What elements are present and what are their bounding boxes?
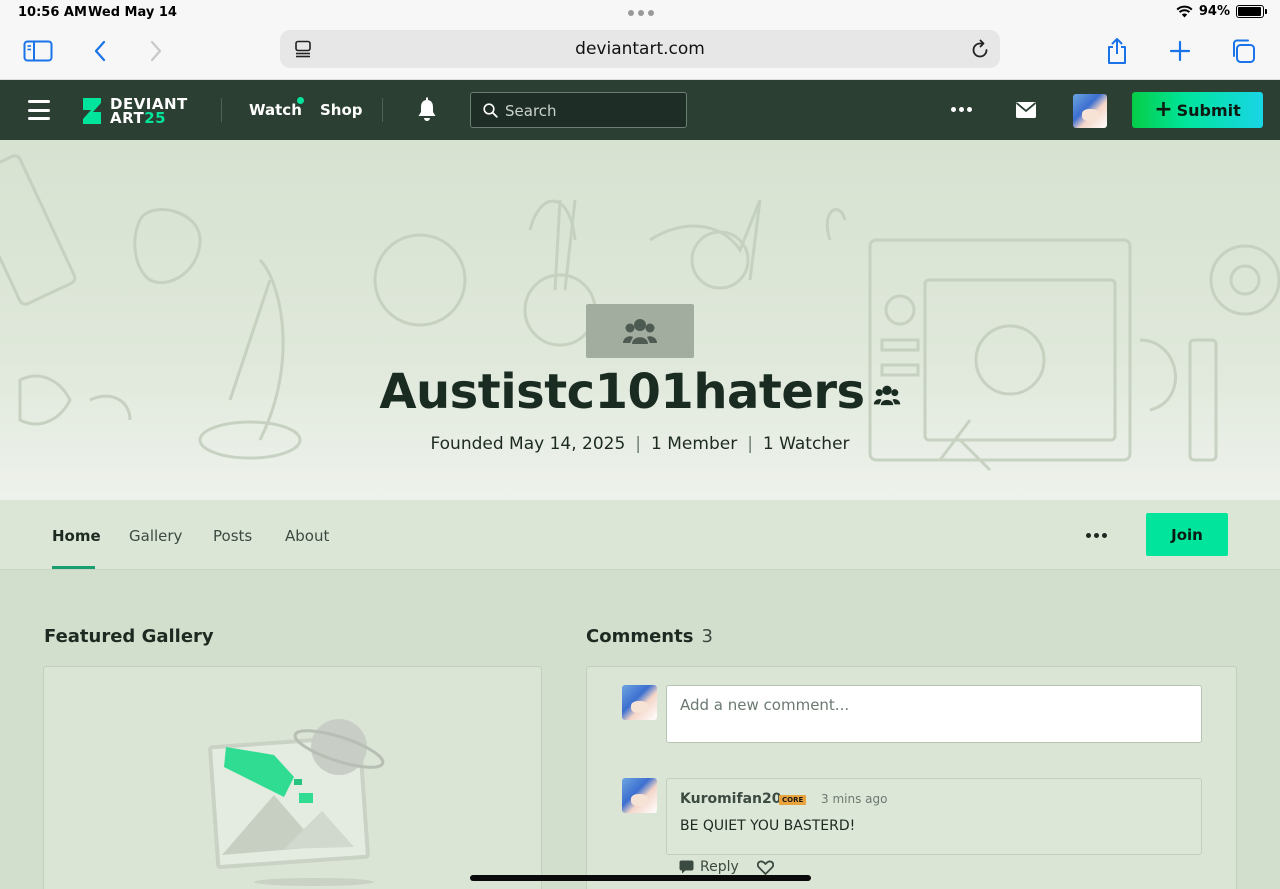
tab-about[interactable]: About <box>285 527 329 545</box>
wifi-icon <box>1176 5 1193 18</box>
battery-icon <box>1236 5 1267 18</box>
deviantart-logo[interactable]: DEVIANT ART25 <box>80 94 188 128</box>
submit-label: Submit <box>1176 100 1241 120</box>
search-input[interactable] <box>505 99 675 123</box>
featured-gallery-card[interactable] <box>43 666 542 889</box>
nav-divider <box>382 98 383 122</box>
status-date: Wed May 14 <box>88 5 177 20</box>
shop-link[interactable]: Shop <box>320 101 363 119</box>
mail-icon[interactable] <box>1016 102 1036 118</box>
plus-icon: + <box>1154 97 1173 122</box>
battery-percent: 94% <box>1198 4 1230 19</box>
new-comment-input[interactable] <box>666 685 1202 743</box>
comment-actions: Reply <box>679 859 774 875</box>
group-founded: Founded May 14, 2025 <box>430 434 626 454</box>
more-options-icon[interactable] <box>951 107 972 112</box>
tab-posts[interactable]: Posts <box>213 527 252 545</box>
comment-text: BE QUIET YOU BASTERD! <box>680 818 856 834</box>
group-watchers[interactable]: 1 Watcher <box>763 434 850 454</box>
comments-title: Comments 3 <box>586 626 713 647</box>
join-button[interactable]: Join <box>1146 513 1228 556</box>
logo-text-25: 25 <box>144 109 167 127</box>
status-time: 10:56 AM <box>18 5 87 20</box>
search-icon <box>483 103 498 118</box>
back-icon[interactable] <box>84 36 116 66</box>
group-name: Austistc101haters <box>379 364 865 420</box>
group-badge-icon <box>873 385 900 406</box>
active-tab-indicator <box>52 566 95 569</box>
reply-label: Reply <box>700 859 739 875</box>
search-box[interactable] <box>470 92 687 128</box>
group-icon <box>586 304 694 358</box>
heart-icon[interactable] <box>756 860 774 875</box>
bell-icon[interactable] <box>416 97 438 123</box>
comments-count: 3 <box>701 626 713 647</box>
share-icon[interactable] <box>1101 36 1133 66</box>
comments-card: Kuromifan20 CORE 3 mins ago BE QUIET YOU… <box>586 666 1237 889</box>
nav-divider <box>221 98 222 122</box>
new-tab-icon[interactable] <box>1164 36 1196 66</box>
group-stats: Founded May 14, 2025 | 1 Member | 1 Watcher <box>0 434 1280 454</box>
logo-text-art: ART <box>110 109 145 127</box>
tabs-overview-icon[interactable] <box>1227 36 1259 66</box>
tab-home[interactable]: Home <box>52 527 101 545</box>
site-header: DEVIANT ART25 Watch Shop +Submit <box>0 80 1280 140</box>
address-bar[interactable]: deviantart.com <box>280 30 1000 68</box>
comments-title-text: Comments <box>586 626 694 647</box>
group-tabs: Home Gallery Posts About Join <box>0 500 1280 570</box>
group-banner: Austistc101haters Founded May 14, 2025 | 1… <box>0 140 1280 500</box>
comment-author[interactable]: Kuromifan20 <box>680 791 781 807</box>
sidebar-toggle-icon[interactable] <box>22 36 54 66</box>
core-badge: CORE <box>779 795 807 805</box>
group-members[interactable]: 1 Member <box>651 434 737 454</box>
empty-gallery-illustration <box>208 719 385 886</box>
watch-link[interactable]: Watch <box>249 101 302 119</box>
browser-toolbar: deviantart.com <box>0 26 1280 80</box>
group-more-options-icon[interactable] <box>1086 533 1107 538</box>
deviantart-logo-icon <box>83 98 101 124</box>
comment-item: Kuromifan20 CORE 3 mins ago BE QUIET YOU… <box>666 778 1202 855</box>
comment-author-avatar[interactable] <box>622 778 657 813</box>
comment-timestamp[interactable]: 3 mins ago <box>821 792 887 806</box>
featured-gallery-title: Featured Gallery <box>44 626 214 647</box>
status-bar: 10:56 AM Wed May 14 94% <box>0 0 1280 26</box>
reply-icon <box>679 860 694 874</box>
group-members-icon <box>623 319 657 344</box>
stats-divider: | <box>747 434 753 454</box>
home-indicator[interactable] <box>470 875 811 881</box>
url-text: deviantart.com <box>575 39 705 59</box>
current-user-avatar[interactable] <box>622 685 657 720</box>
tab-gallery[interactable]: Gallery <box>129 527 182 545</box>
reply-button[interactable]: Reply <box>679 859 739 875</box>
watch-notification-dot <box>297 97 304 104</box>
forward-icon[interactable] <box>140 36 172 66</box>
reload-icon[interactable] <box>970 38 990 60</box>
stats-divider: | <box>635 434 642 454</box>
multitasking-dots-icon[interactable] <box>628 10 654 16</box>
group-title: Austistc101haters <box>0 364 1280 420</box>
menu-icon[interactable] <box>28 100 50 120</box>
user-avatar[interactable] <box>1073 94 1107 128</box>
submit-button[interactable]: + Submit <box>1132 92 1263 128</box>
